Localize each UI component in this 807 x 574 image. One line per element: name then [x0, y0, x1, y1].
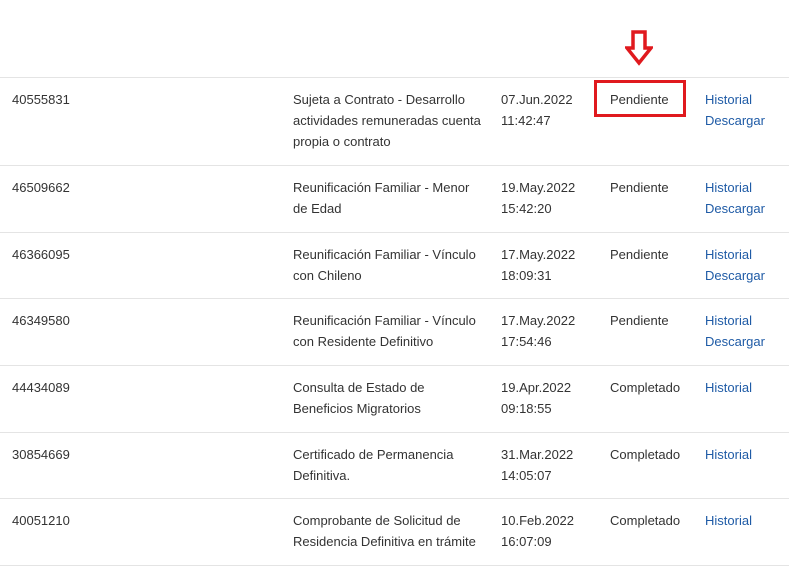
row-actions: Historial Descargar [705, 311, 765, 353]
request-date: 07.Jun.2022 [501, 92, 573, 107]
row-actions: Historial Descargar [705, 90, 765, 132]
status-label: Completado [610, 447, 681, 462]
historial-link[interactable]: Historial [705, 90, 765, 111]
request-time: 09:18:55 [501, 400, 552, 416]
request-description: Reunificación Familiar - Vínculo con Chi… [293, 247, 476, 283]
descargar-link[interactable]: Descargar [705, 266, 765, 287]
request-time: 18:09:31 [501, 267, 552, 283]
table-row: 46509662 Reunificación Familiar - Menor … [0, 166, 789, 233]
descargar-link[interactable]: Descargar [705, 332, 765, 353]
historial-link[interactable]: Historial [705, 311, 765, 332]
request-description: Comprobante de Solicitud de Residencia D… [293, 513, 476, 549]
request-id: 46509662 [12, 180, 70, 195]
request-date: 31.Mar.2022 [501, 447, 574, 462]
table-row: 30854669 Certificado de Permanencia Defi… [0, 433, 789, 499]
status-label: Pendiente [610, 313, 669, 328]
request-datetime: 07.Jun.2022 11:42:47 [501, 90, 581, 132]
request-time: 17:54:46 [501, 333, 552, 349]
request-date: 17.May.2022 [501, 247, 576, 262]
descargar-link[interactable]: Descargar [705, 111, 765, 132]
request-id: 46349580 [12, 313, 70, 328]
request-description: Reunificación Familiar - Vínculo con Res… [293, 313, 476, 349]
request-description: Reunificación Familiar - Menor de Edad [293, 180, 470, 216]
request-id: 40051210 [12, 513, 70, 528]
request-description: Consulta de Estado de Beneficios Migrato… [293, 380, 425, 416]
request-id: 40555831 [12, 92, 70, 107]
request-date: 17.May.2022 [501, 313, 576, 328]
status-label: Pendiente [610, 92, 669, 107]
row-actions: Historial Descargar [705, 178, 765, 220]
table-row: 46366095 Reunificación Familiar - Víncul… [0, 233, 789, 299]
row-actions: Historial [705, 511, 752, 532]
request-id: 30854669 [12, 447, 70, 462]
status-label: Completado [610, 380, 681, 395]
request-datetime: 19.May.2022 15:42:20 [501, 178, 581, 220]
descargar-link[interactable]: Descargar [705, 199, 765, 220]
request-date: 19.Apr.2022 [501, 380, 572, 395]
request-date: 19.May.2022 [501, 180, 576, 195]
historial-link[interactable]: Historial [705, 378, 752, 399]
table-row: 46349580 Reunificación Familiar - Víncul… [0, 299, 789, 366]
historial-link[interactable]: Historial [705, 445, 752, 466]
historial-link[interactable]: Historial [705, 178, 765, 199]
table-row: 40555831 Sujeta a Contrato - Desarrollo … [0, 78, 789, 166]
arrow-down-outline-icon [625, 30, 653, 66]
row-actions: Historial [705, 378, 752, 399]
request-time: 15:42:20 [501, 200, 552, 216]
historial-link[interactable]: Historial [705, 511, 752, 532]
requests-table: 40555831 Sujeta a Contrato - Desarrollo … [0, 77, 789, 566]
request-datetime: 19.Apr.2022 09:18:55 [501, 378, 581, 420]
request-datetime: 17.May.2022 17:54:46 [501, 311, 581, 353]
row-actions: Historial Descargar [705, 245, 765, 287]
historial-link[interactable]: Historial [705, 245, 765, 266]
row-actions: Historial [705, 445, 752, 466]
status-label: Pendiente [610, 247, 669, 262]
request-id: 44434089 [12, 380, 70, 395]
request-id: 46366095 [12, 247, 70, 262]
status-label: Pendiente [610, 180, 669, 195]
status-label: Completado [610, 513, 681, 528]
request-datetime: 17.May.2022 18:09:31 [501, 245, 581, 287]
request-time: 14:05:07 [501, 467, 552, 483]
table-row: 40051210 Comprobante de Solicitud de Res… [0, 499, 789, 566]
request-description: Sujeta a Contrato - Desarrollo actividad… [293, 92, 481, 149]
request-date: 10.Feb.2022 [501, 513, 575, 528]
request-time: 11:42:47 [501, 112, 551, 128]
request-time: 16:07:09 [501, 533, 552, 549]
request-datetime: 10.Feb.2022 16:07:09 [501, 511, 581, 553]
request-datetime: 31.Mar.2022 14:05:07 [501, 445, 581, 487]
table-row: 44434089 Consulta de Estado de Beneficio… [0, 366, 789, 433]
request-description: Certificado de Permanencia Definitiva. [293, 447, 454, 483]
